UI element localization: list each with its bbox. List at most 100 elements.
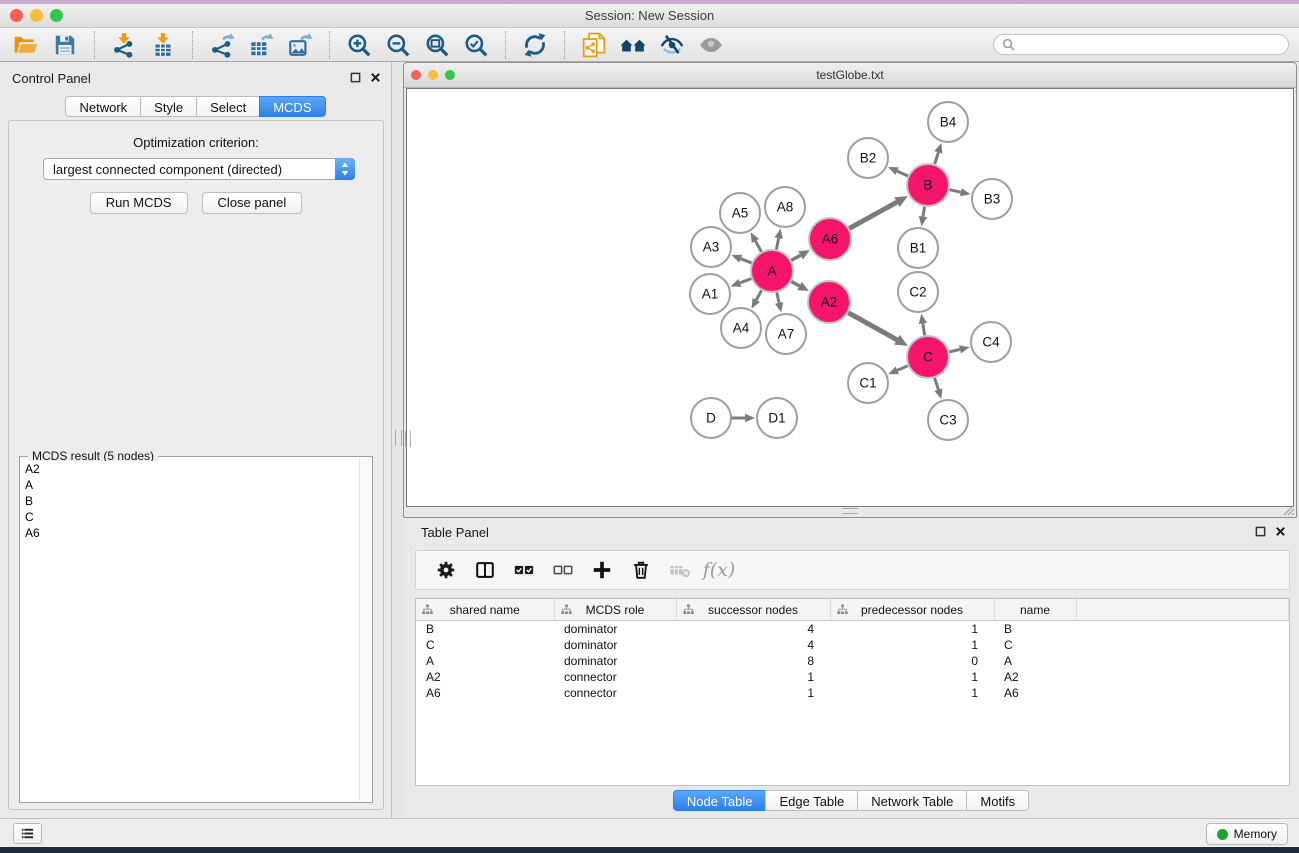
edge-A-A1[interactable] [731,279,752,287]
node-D1[interactable]: D1 [757,398,797,438]
edge-B-B3[interactable] [949,188,970,196]
show-details-button[interactable] [695,30,727,60]
node-A4[interactable]: A4 [721,308,761,348]
node-A7[interactable]: A7 [766,314,806,354]
node-B3[interactable]: B3 [972,179,1012,219]
edge-A-A5[interactable] [751,232,762,251]
edge-A-A2[interactable] [791,282,808,292]
run-mcds-button[interactable]: Run MCDS [90,192,188,214]
panel-divider-grip[interactable] [395,430,402,446]
tab-network[interactable]: Network [65,96,141,117]
export-image-button[interactable] [284,30,316,60]
edge-A6-B[interactable] [849,196,908,228]
select-all-rows-button[interactable] [511,557,537,583]
node-A8[interactable]: A8 [765,187,805,227]
add-column-button[interactable] [589,557,615,583]
node-A1[interactable]: A1 [690,274,730,314]
edge-A-A4[interactable] [752,290,762,308]
table-row[interactable]: A6connector11A6 [416,685,1289,701]
new-network-file-button[interactable] [578,30,610,60]
mcds-result-item[interactable]: A [25,477,359,493]
column-header-successor-nodes[interactable]: successor nodes [676,599,830,621]
network-window-titlebar[interactable]: testGlobe.txt [404,63,1296,88]
close-table-panel-icon[interactable] [1275,526,1286,537]
edge-A-A6[interactable] [791,250,810,260]
zoom-selected-button[interactable] [460,30,492,60]
minimize-window-button[interactable] [30,9,43,22]
node-B2[interactable]: B2 [848,138,888,178]
zoom-out-button[interactable] [382,30,414,60]
float-panel-icon[interactable] [350,72,361,83]
zoom-fit-button[interactable] [421,30,453,60]
zoom-network-window-button[interactable] [445,70,455,80]
search-field[interactable] [993,34,1289,55]
export-table-button[interactable] [245,30,277,60]
edge-C-C2[interactable] [919,314,927,336]
close-network-window-button[interactable] [411,70,421,80]
edge-D-D1[interactable] [732,414,755,422]
column-header-predecessor-nodes[interactable]: predecessor nodes [830,599,994,621]
close-panel-button[interactable]: Close panel [202,192,303,214]
memory-button[interactable]: Memory [1206,823,1288,845]
node-B1[interactable]: B1 [898,228,938,268]
mcds-result-item[interactable]: B [25,493,359,509]
float-table-panel-icon[interactable] [1255,526,1266,537]
table-row[interactable]: Cdominator41C [416,637,1289,653]
node-C1[interactable]: C1 [848,363,888,403]
hide-graphics-details-button[interactable] [656,30,688,60]
import-table-button[interactable] [147,30,179,60]
column-header-name[interactable]: name [994,599,1076,621]
column-header-shared-name[interactable]: shared name [416,599,554,621]
window-left-grip[interactable] [405,431,411,447]
minimize-network-window-button[interactable] [428,70,438,80]
result-scrollbar[interactable] [359,458,371,801]
close-window-button[interactable] [10,9,23,22]
edge-A-A8[interactable] [775,229,783,250]
node-C[interactable]: C [907,336,949,378]
edge-B-B1[interactable] [919,207,927,227]
table-row[interactable]: Adominator80A [416,653,1289,669]
optimization-criterion-select[interactable]: largest connected component (directed) [43,158,355,180]
node-A5[interactable]: A5 [720,193,760,233]
node-A6[interactable]: A6 [809,218,851,260]
node-C4[interactable]: C4 [971,322,1011,362]
tab-select[interactable]: Select [196,96,260,117]
node-C3[interactable]: C3 [928,400,968,440]
node-C2[interactable]: C2 [898,272,938,312]
toggle-column-view-button[interactable] [472,557,498,583]
network-canvas[interactable]: B4B2BB3A5A8A6A3B1AA1C2A2A4A7C4CC1C3DD1 [406,88,1294,507]
zoom-in-button[interactable] [343,30,375,60]
edge-A2-C[interactable] [848,313,908,346]
node-D[interactable]: D [691,398,731,438]
tab-network-table[interactable]: Network Table [857,790,967,811]
search-input[interactable] [1015,36,1288,53]
function-builder-button[interactable]: f(x) [706,557,732,583]
tab-mcds[interactable]: MCDS [259,96,325,117]
node-A2[interactable]: A2 [808,281,850,323]
mcds-result-item[interactable]: A2 [25,461,359,477]
tab-edge-table[interactable]: Edge Table [765,790,858,811]
close-panel-icon[interactable] [370,72,381,83]
table-row[interactable]: Bdominator41B [416,621,1289,638]
task-history-button[interactable] [13,823,42,844]
window-bottom-grip[interactable] [842,508,858,514]
delete-column-button[interactable] [628,557,654,583]
edge-B-B4[interactable] [934,143,942,164]
delete-table-button[interactable] [667,557,693,583]
tab-node-table[interactable]: Node Table [673,790,767,811]
table-row[interactable]: A2connector11A2 [416,669,1289,685]
tab-motifs[interactable]: Motifs [966,790,1029,811]
edge-A-A7[interactable] [775,292,783,312]
import-network-button[interactable] [108,30,140,60]
deselect-all-rows-button[interactable] [550,557,576,583]
node-B4[interactable]: B4 [928,102,968,142]
edge-C-C4[interactable] [949,345,969,353]
window-resize-corner-icon[interactable] [1283,504,1295,516]
edge-C-C3[interactable] [934,378,942,399]
apply-layout-button[interactable] [519,30,551,60]
node-B[interactable]: B [907,164,949,206]
node-A3[interactable]: A3 [691,227,731,267]
mcds-result-item[interactable]: A6 [25,525,359,541]
edge-A-A3[interactable] [731,255,751,263]
zoom-window-button[interactable] [50,9,63,22]
